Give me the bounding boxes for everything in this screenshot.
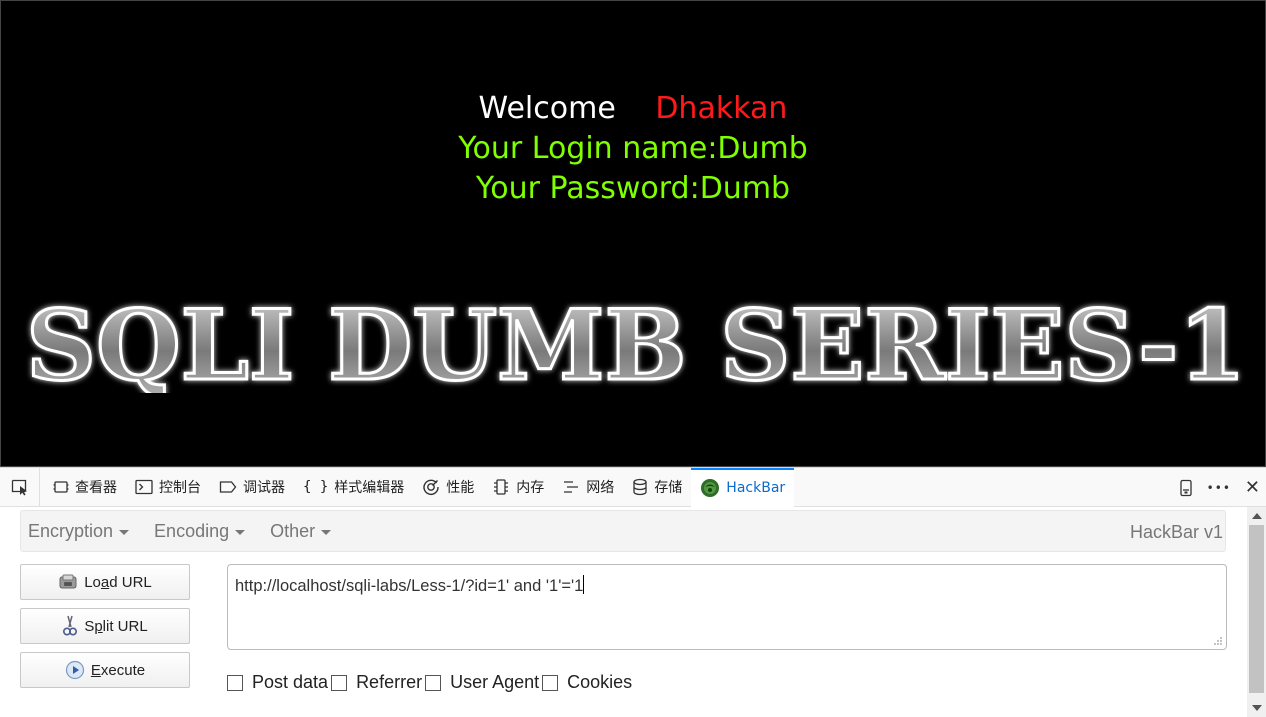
tab-debugger[interactable]: 调试器 [210, 468, 294, 507]
play-icon [65, 660, 84, 680]
execute-label: Execute [90, 661, 146, 679]
page-content: Welcome Dhakkan Your Login name:Dumb You… [0, 0, 1266, 467]
tab-hackbar[interactable]: HackBar [691, 467, 795, 507]
debugger-icon [219, 481, 237, 493]
url-value: http://localhost/sqli-labs/Less-1/?id=1'… [235, 577, 584, 595]
tab-style-editor-label: 样式编辑器 [334, 480, 405, 496]
tab-storage[interactable]: 存储 [623, 468, 691, 507]
hackbar-menubar: Encryption Encoding Other HackBar v1 [20, 510, 1226, 552]
panel-scrollbar[interactable] [1247, 507, 1266, 717]
scissors-icon [63, 615, 78, 636]
login-name-line: Your Login name:Dumb [458, 131, 808, 166]
memory-icon [494, 479, 509, 495]
tab-memory-label: 内存 [516, 480, 545, 496]
post-data-option[interactable]: Post data [227, 672, 328, 693]
text-cursor [583, 575, 585, 594]
split-url-label: Split URL [84, 617, 148, 635]
menu-other-label: Other [270, 520, 316, 541]
inspector-icon [53, 481, 69, 493]
menu-encryption-label: Encryption [28, 520, 114, 541]
referrer-checkbox[interactable] [331, 674, 348, 691]
user-agent-checkbox[interactable] [425, 674, 442, 691]
password-line: Your Password:Dumb [475, 171, 791, 206]
url-input[interactable]: http://localhost/sqli-labs/Less-1/?id=1'… [227, 564, 1227, 650]
tab-performance-label: 性能 [446, 480, 475, 496]
tab-hackbar-label: HackBar [726, 480, 786, 496]
devtools-toolbar-controls: ••• ✕ [1179, 468, 1266, 507]
referrer-label: Referrer [356, 672, 423, 692]
referrer-option[interactable]: Referrer [331, 672, 422, 693]
menu-other[interactable]: Other [263, 521, 343, 542]
hackbar-options: Post data Referrer User Agent Cookies [227, 672, 635, 693]
load-url-label: Load URL [84, 573, 152, 591]
style-editor-icon: { } [303, 479, 329, 495]
cookies-checkbox[interactable] [542, 674, 559, 691]
tab-network-label: 网络 [586, 480, 615, 496]
welcome-text: Welcome [478, 91, 616, 126]
network-icon [564, 481, 579, 493]
more-options-icon[interactable]: ••• [1207, 481, 1231, 495]
hackbar-version: HackBar v1 [1129, 522, 1223, 542]
performance-icon [423, 479, 439, 496]
user-agent-option[interactable]: User Agent [425, 672, 539, 693]
hackbar-icon [701, 479, 720, 497]
scroll-down-icon[interactable] [1252, 705, 1262, 711]
cookies-option[interactable]: Cookies [542, 672, 632, 693]
tab-console-label: 控制台 [159, 480, 201, 496]
sqli-dumb-series-banner: SQLI DUMB SERIES-1 [25, 293, 1248, 393]
storage-icon [633, 478, 647, 496]
hackbar-panel: Encryption Encoding Other HackBar v1 Loa… [0, 507, 1266, 717]
scrollbar-thumb[interactable] [1249, 525, 1264, 693]
tab-memory[interactable]: 内存 [483, 468, 553, 507]
devtools-toolbar: 查看器 控制台 调试器 { } 样式编辑器 性能 内存 网络 存储 HackBa… [0, 467, 1266, 507]
banner-text: SQLI DUMB SERIES-1 [26, 293, 1246, 393]
execute-button[interactable]: Execute [20, 652, 190, 688]
tab-inspector-label: 查看器 [75, 480, 117, 496]
user-name: Dhakkan [655, 91, 788, 126]
post-data-label: Post data [252, 672, 329, 692]
resize-handle-icon[interactable] [1213, 636, 1223, 646]
console-icon [135, 479, 153, 495]
chevron-down-icon [235, 529, 246, 535]
cookies-label: Cookies [567, 672, 633, 692]
load-url-icon [59, 574, 77, 589]
tab-console[interactable]: 控制台 [126, 468, 210, 507]
tab-storage-label: 存储 [654, 480, 683, 496]
user-agent-label: User Agent [450, 672, 540, 692]
split-url-button[interactable]: Split URL [20, 608, 190, 644]
tab-performance[interactable]: 性能 [413, 468, 483, 507]
element-picker-icon [11, 479, 27, 496]
menu-encoding-label: Encoding [154, 520, 230, 541]
tab-inspector[interactable]: 查看器 [44, 468, 126, 507]
post-data-checkbox[interactable] [227, 674, 243, 691]
tab-debugger-label: 调试器 [243, 480, 285, 496]
element-picker-button[interactable] [0, 467, 40, 507]
close-icon[interactable]: ✕ [1245, 477, 1260, 498]
responsive-design-icon[interactable] [1179, 479, 1193, 497]
menu-encryption[interactable]: Encryption [21, 521, 141, 542]
load-url-button[interactable]: Load URL [20, 564, 190, 600]
tab-network[interactable]: 网络 [553, 468, 623, 507]
welcome-line: Welcome Dhakkan [1, 91, 1265, 126]
chevron-down-icon [321, 529, 332, 535]
tab-style-editor[interactable]: { } 样式编辑器 [294, 468, 413, 507]
scroll-up-icon[interactable] [1252, 513, 1262, 519]
menu-encoding[interactable]: Encoding [147, 521, 257, 542]
chevron-down-icon [119, 529, 130, 535]
